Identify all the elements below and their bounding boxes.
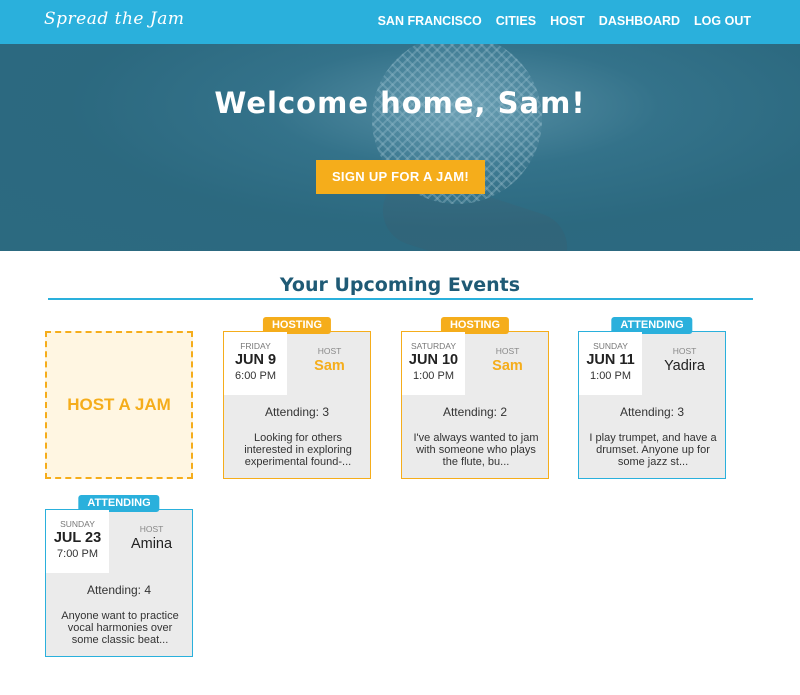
nav-links: SAN FRANCISCO CITIES HOST DASHBOARD LOG … (378, 14, 751, 28)
event-card[interactable]: HOSTING SATURDAY JUN 10 1:00 PM HOST Sam… (401, 317, 549, 479)
event-card[interactable]: HOSTING FRIDAY JUN 9 6:00 PM HOST Sam At… (223, 317, 371, 479)
nav-link-log-out[interactable]: LOG OUT (694, 14, 751, 28)
navbar: Spread the Jam SAN FRANCISCO CITIES HOST… (0, 0, 800, 44)
host-name: Amina (130, 536, 173, 552)
date-box: SUNDAY JUL 23 7:00 PM (46, 510, 109, 573)
host-name: Sam (314, 358, 345, 374)
event-description: Anyone want to practice vocal harmonies … (61, 610, 179, 646)
nav-link-san-francisco[interactable]: SAN FRANCISCO (378, 14, 482, 28)
host-jam-card[interactable]: HOST A JAM (45, 331, 193, 479)
date-box: SATURDAY JUN 10 1:00 PM (402, 332, 465, 395)
date-box: SUNDAY JUN 11 1:00 PM (579, 332, 642, 395)
event-day: SATURDAY (410, 341, 457, 351)
event-time: 6:00 PM (235, 370, 276, 382)
hero-overlay (0, 44, 800, 251)
brand-logo[interactable]: Spread the Jam (44, 9, 184, 29)
host-name: Yadira (664, 358, 705, 374)
event-time: 1:00 PM (413, 370, 454, 382)
date-box: FRIDAY JUN 9 6:00 PM (224, 332, 287, 395)
attending-count: Attending: 3 (264, 405, 330, 419)
hero-banner: Welcome home, Sam! SIGN UP FOR A JAM! (0, 44, 800, 251)
section-title: Your Upcoming Events (279, 274, 521, 296)
event-time: 7:00 PM (57, 548, 98, 560)
event-description: Looking for others interested in explori… (244, 432, 352, 468)
event-date: JUN 9 (234, 352, 277, 368)
event-card[interactable]: ATTENDING SUNDAY JUL 23 7:00 PM HOST Ami… (45, 495, 193, 657)
nav-link-cities[interactable]: CITIES (496, 14, 536, 28)
event-card[interactable]: ATTENDING SUNDAY JUN 11 1:00 PM HOST Yad… (578, 317, 726, 479)
nav-link-host[interactable]: HOST (550, 14, 585, 28)
event-description: I play trumpet, and have a drumset. Anyo… (589, 432, 717, 468)
host-label: HOST (495, 346, 520, 356)
attending-count: Attending: 4 (86, 583, 152, 597)
event-day: FRIDAY (240, 341, 271, 351)
host-label: HOST (317, 346, 342, 356)
attending-count: Attending: 3 (619, 405, 685, 419)
event-date: JUN 11 (586, 352, 635, 368)
event-description: I've always wanted to jam with someone w… (413, 432, 539, 468)
event-date: JUL 23 (53, 530, 102, 546)
host-label: HOST (672, 346, 697, 356)
section-divider (48, 298, 753, 300)
attending-count: Attending: 2 (442, 405, 508, 419)
event-day: SUNDAY (593, 341, 628, 351)
event-date: JUN 10 (408, 352, 459, 368)
host-name: Sam (492, 358, 523, 374)
event-time: 1:00 PM (590, 370, 631, 382)
event-day: SUNDAY (60, 519, 95, 529)
hero-title: Welcome home, Sam! (214, 86, 586, 120)
nav-link-dashboard[interactable]: DASHBOARD (599, 14, 680, 28)
host-label: HOST (139, 524, 164, 534)
sign-up-jam-button[interactable]: SIGN UP FOR A JAM! (316, 160, 485, 194)
host-jam-label: HOST A JAM (67, 395, 171, 414)
